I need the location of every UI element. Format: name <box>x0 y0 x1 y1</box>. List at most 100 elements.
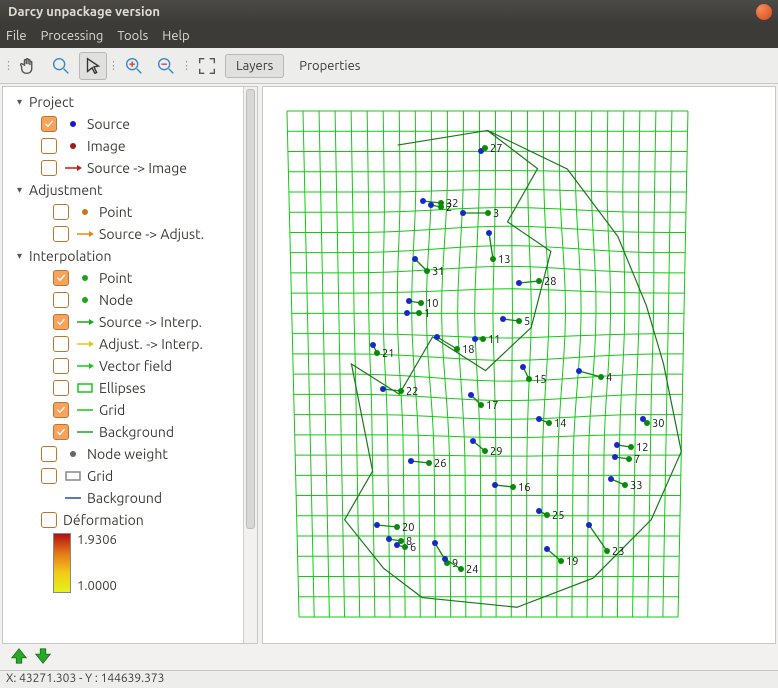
svg-text:33: 33 <box>630 480 642 492</box>
tree-node-background[interactable]: Background <box>3 487 257 509</box>
checkbox-icon[interactable] <box>53 424 69 440</box>
svg-text:30: 30 <box>652 418 664 430</box>
zoom-extent-button[interactable] <box>193 52 221 80</box>
checkbox-icon[interactable] <box>53 292 69 308</box>
tree-node-adjustment[interactable]: ▾Adjustment <box>3 179 257 201</box>
tree-node-ellipses[interactable]: Ellipses <box>3 377 257 399</box>
svg-text:29: 29 <box>490 446 502 458</box>
tree-node-deformation[interactable]: Déformation <box>3 509 257 531</box>
checkbox-icon[interactable] <box>41 138 57 154</box>
line-icon <box>75 427 95 437</box>
svg-text:28: 28 <box>544 276 556 288</box>
coord-readout: X: 43271.303 - Y : 144639.373 <box>6 672 164 685</box>
map-svg: 2732231331281015181121154221714302912726… <box>263 87 776 644</box>
tree-node-int-background[interactable]: Background <box>3 421 257 443</box>
svg-text:21: 21 <box>382 348 394 360</box>
line-icon <box>75 405 95 415</box>
svg-text:3: 3 <box>493 208 499 220</box>
map-canvas[interactable]: 2732231331281015181121154221714302912726… <box>262 86 776 644</box>
checkbox-icon[interactable] <box>41 160 57 176</box>
deformation-legend: 1.93061.0000 <box>53 533 257 593</box>
arrow-icon <box>63 163 83 173</box>
svg-text:12: 12 <box>636 442 648 454</box>
tree-node-image[interactable]: Image <box>3 135 257 157</box>
svg-text:11: 11 <box>488 334 500 346</box>
point-icon <box>63 119 83 129</box>
checkbox-icon[interactable] <box>53 270 69 286</box>
svg-text:24: 24 <box>466 564 478 576</box>
tree-node-int-grid[interactable]: Grid <box>3 399 257 421</box>
rect-icon <box>63 470 83 482</box>
svg-text:22: 22 <box>406 386 418 398</box>
window-titlebar: Darcy unpackage version <box>0 0 778 24</box>
tree-node-source[interactable]: Source <box>3 113 257 135</box>
tree-node-adjust-interp[interactable]: Adjust. -> Interp. <box>3 333 257 355</box>
svg-text:17: 17 <box>486 400 498 412</box>
checkbox-icon[interactable] <box>41 468 57 484</box>
arrow-icon <box>75 339 95 349</box>
svg-text:20: 20 <box>402 522 414 534</box>
scrollbar[interactable] <box>243 87 257 643</box>
svg-text:26: 26 <box>434 458 446 470</box>
svg-text:6: 6 <box>410 542 416 554</box>
tree-node-int-point[interactable]: Point <box>3 267 257 289</box>
checkbox-icon[interactable] <box>41 446 57 462</box>
tree-node-grid[interactable]: Grid <box>3 465 257 487</box>
tab-properties[interactable]: Properties <box>288 54 371 78</box>
checkbox-icon[interactable] <box>53 402 69 418</box>
window-title: Darcy unpackage version <box>8 5 160 19</box>
tree-node-source-image[interactable]: Source -> Image <box>3 157 257 179</box>
zoom-tool-button[interactable] <box>47 52 75 80</box>
menu-processing[interactable]: Processing <box>41 29 104 43</box>
menubar: File Processing Tools Help <box>0 24 778 48</box>
tree-node-node-weight[interactable]: Node weight <box>3 443 257 465</box>
svg-text:27: 27 <box>490 143 502 155</box>
svg-text:7: 7 <box>634 454 640 466</box>
menu-help[interactable]: Help <box>162 29 189 43</box>
tree-node-vector-field[interactable]: Vector field <box>3 355 257 377</box>
svg-text:18: 18 <box>462 344 474 356</box>
checkbox-icon[interactable] <box>53 336 69 352</box>
close-icon[interactable] <box>756 4 772 20</box>
layer-tree: ▾Project Source Image Source -> Image ▾A… <box>3 87 257 643</box>
svg-text:2: 2 <box>446 202 452 214</box>
tree-node-int-node[interactable]: Node <box>3 289 257 311</box>
checkbox-icon[interactable] <box>53 380 69 396</box>
svg-text:13: 13 <box>498 254 510 266</box>
tree-node-project[interactable]: ▾Project <box>3 91 257 113</box>
svg-text:23: 23 <box>612 546 624 558</box>
pointer-tool-button[interactable] <box>79 52 107 80</box>
checkbox-icon[interactable] <box>53 226 69 242</box>
checkbox-icon[interactable] <box>53 314 69 330</box>
svg-text:19: 19 <box>566 556 578 568</box>
svg-text:1: 1 <box>424 308 430 320</box>
pan-tool-button[interactable] <box>15 52 43 80</box>
checkbox-icon[interactable] <box>41 116 57 132</box>
menu-tools[interactable]: Tools <box>117 29 148 43</box>
move-up-button[interactable] <box>10 647 28 669</box>
point-icon <box>63 449 83 459</box>
rect-icon <box>75 382 95 394</box>
checkbox-icon[interactable] <box>41 512 57 528</box>
point-icon <box>75 273 95 283</box>
zoom-out-button[interactable] <box>152 52 180 80</box>
toolbar: Layers Properties <box>0 48 778 84</box>
tab-layers[interactable]: Layers <box>225 54 284 78</box>
svg-text:16: 16 <box>518 482 530 494</box>
line-icon <box>63 493 83 503</box>
tree-node-adj-point[interactable]: Point <box>3 201 257 223</box>
svg-text:25: 25 <box>552 510 564 522</box>
menu-file[interactable]: File <box>6 29 27 43</box>
tree-node-source-interp[interactable]: Source -> Interp. <box>3 311 257 333</box>
content-area: ▾Project Source Image Source -> Image ▾A… <box>0 84 778 646</box>
checkbox-icon[interactable] <box>53 204 69 220</box>
layer-panel: ▾Project Source Image Source -> Image ▾A… <box>2 86 258 644</box>
zoom-in-button[interactable] <box>120 52 148 80</box>
tree-node-interpolation[interactable]: ▾Interpolation <box>3 245 257 267</box>
svg-text:31: 31 <box>432 266 444 278</box>
tree-node-source-adjust[interactable]: Source -> Adjust. <box>3 223 257 245</box>
checkbox-icon[interactable] <box>53 358 69 374</box>
svg-text:4: 4 <box>606 372 612 384</box>
move-down-button[interactable] <box>34 647 52 669</box>
arrow-icon <box>75 317 95 327</box>
